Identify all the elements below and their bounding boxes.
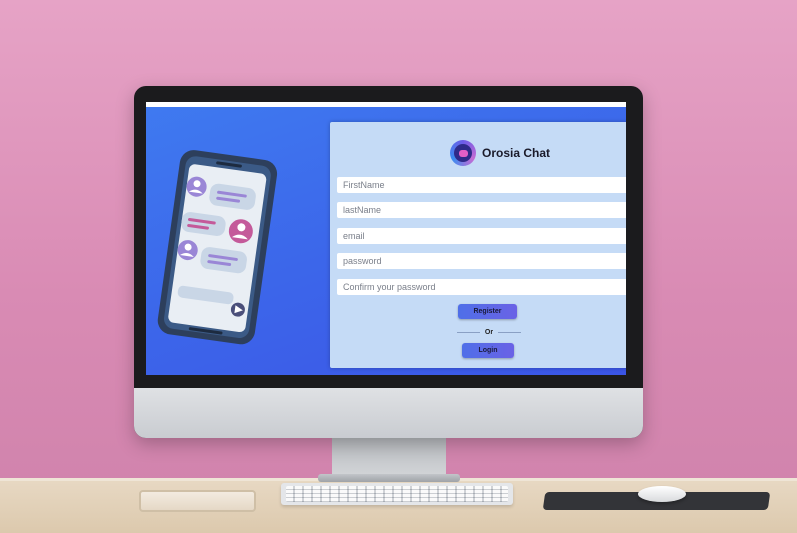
or-divider: Or (457, 327, 522, 337)
last-name-field[interactable]: lastName (337, 202, 626, 218)
first-name-field[interactable]: FirstName (337, 177, 626, 193)
or-label: Or (484, 328, 494, 336)
monitor-stand-base (318, 474, 460, 482)
phone-illustration (157, 150, 278, 345)
divider-line (498, 331, 522, 333)
confirm-password-field[interactable]: Confirm your password (337, 279, 626, 295)
password-field[interactable]: password (337, 253, 626, 269)
logo-icon (450, 140, 476, 166)
browser-top-strip (146, 102, 626, 107)
keyboard (281, 483, 513, 505)
app-screen: Orosia Chat FirstName lastName email pas… (146, 102, 626, 375)
brand: Orosia Chat (450, 139, 550, 167)
brand-name: Orosia Chat (482, 146, 551, 160)
email-field[interactable]: email (337, 228, 626, 244)
monitor-chin (134, 388, 643, 438)
login-button[interactable]: Login (462, 343, 514, 358)
tablet (139, 490, 256, 512)
register-card: Orosia Chat FirstName lastName email pas… (330, 122, 626, 368)
divider-line (457, 331, 480, 333)
mouse (638, 486, 686, 502)
register-button[interactable]: Register (458, 304, 517, 319)
